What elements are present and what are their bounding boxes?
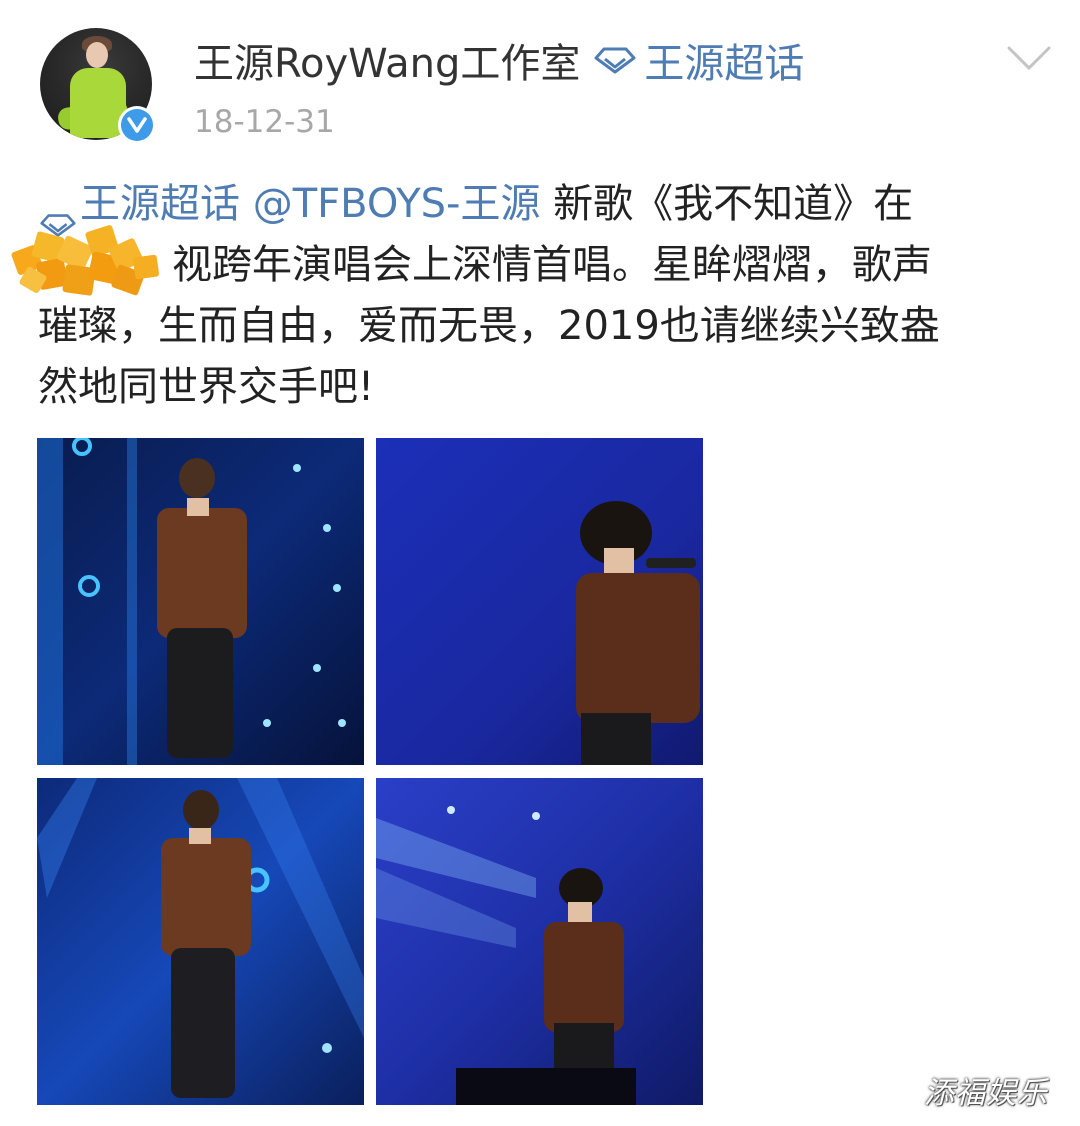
- diamond-topic-icon: [38, 194, 78, 237]
- stage-photo-1[interactable]: [37, 438, 364, 765]
- username[interactable]: 王源RoyWang工作室: [194, 31, 580, 89]
- post-text-line1: 新歌《我不知道》在: [540, 181, 914, 227]
- watermark: 添福娱乐: [924, 1076, 1048, 1111]
- stage-photo-2[interactable]: [376, 438, 703, 765]
- timestamp: 18-12-31: [194, 104, 335, 140]
- verified-badge: [118, 106, 156, 144]
- post-text-line4: 然地同世界交手吧!: [38, 364, 375, 410]
- verified-check-icon: [121, 109, 153, 141]
- mention-link[interactable]: @TFBOYS-王源: [253, 181, 541, 227]
- post-body: 王源超话 @TFBOYS-王源 新歌《我不知道》在 视跨年演唱会上深情首唱。星眸…: [38, 174, 1048, 418]
- stage-photo-4[interactable]: [376, 778, 703, 1105]
- stage-photo-3[interactable]: [37, 778, 364, 1105]
- topic-link[interactable]: 王源超话: [644, 31, 804, 89]
- avatar-figure-head: [86, 42, 108, 68]
- chevron-down-icon[interactable]: [1006, 44, 1052, 72]
- post-text-line3: 璀璨，生而自由，爱而无畏，2019也请继续兴致盎: [38, 303, 940, 349]
- post-header: 王源RoyWang工作室 王源超话: [194, 31, 804, 89]
- diamond-topic-icon: [594, 46, 636, 74]
- mango-sticker: [8, 220, 166, 302]
- post-text-line2: 视跨年演唱会上深情首唱。星眸熠熠，歌声: [172, 242, 932, 288]
